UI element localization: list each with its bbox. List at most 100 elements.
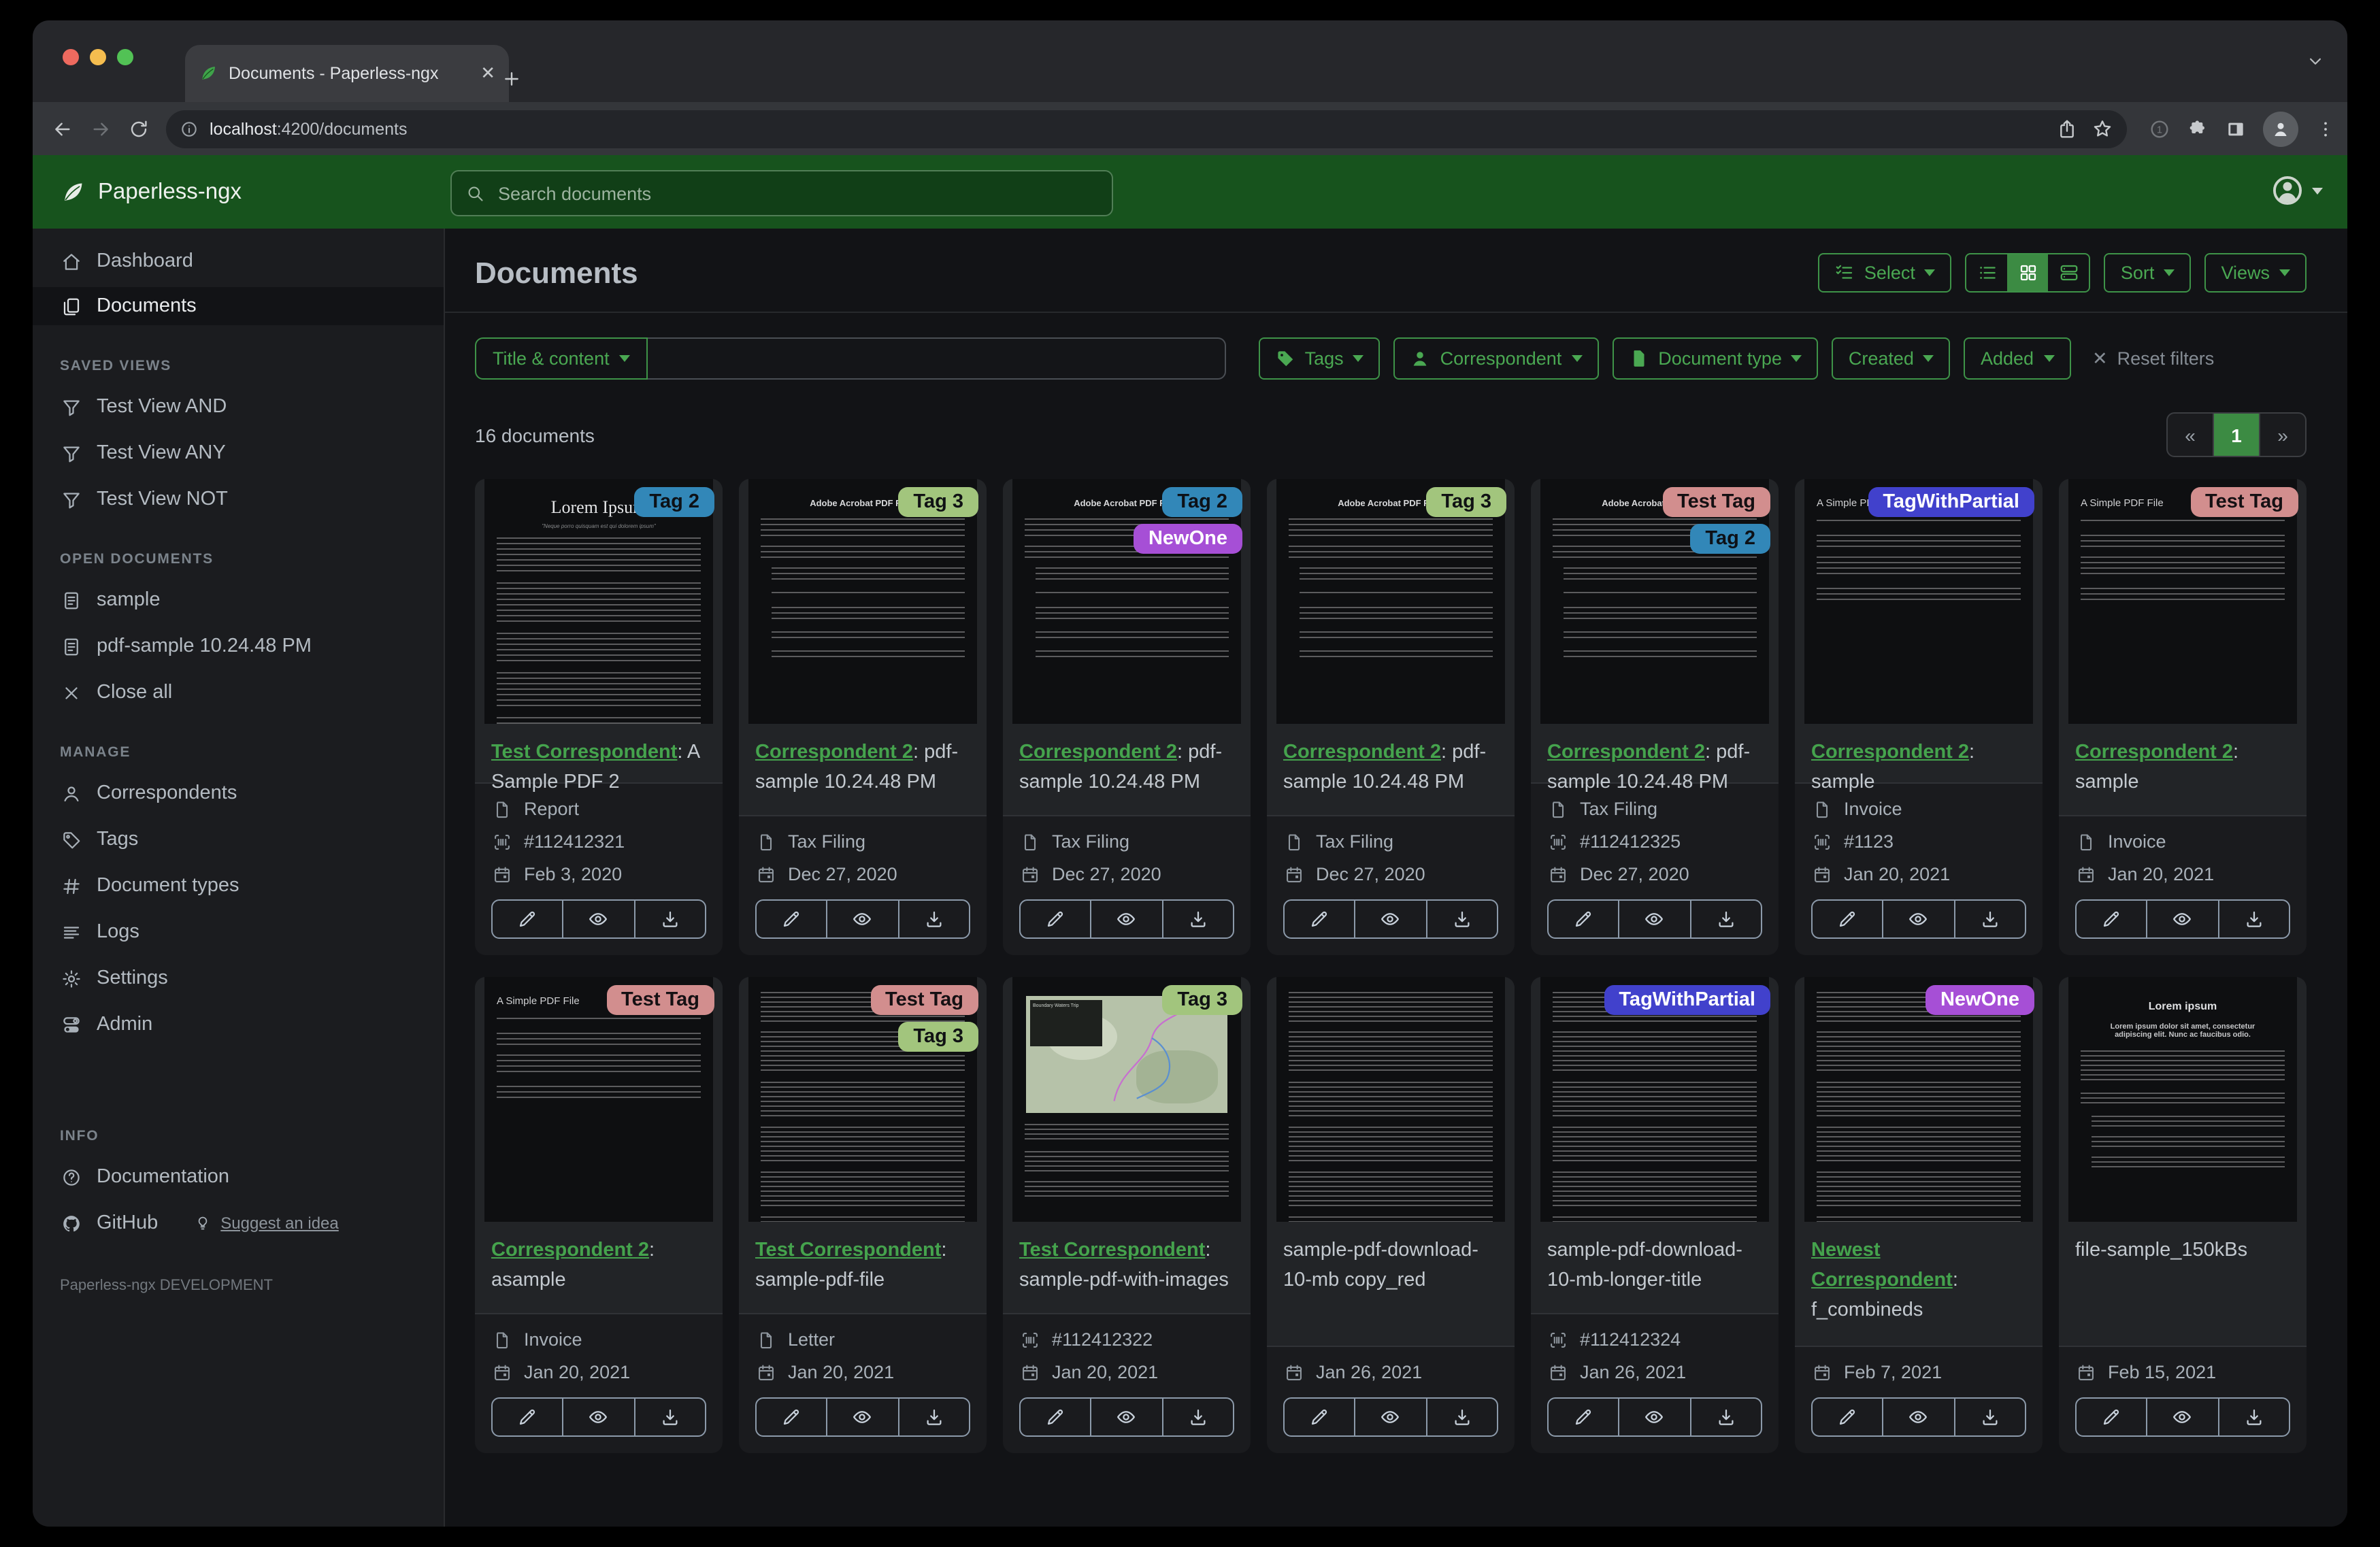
view-detail-button[interactable] <box>2049 254 2089 291</box>
edit-button[interactable] <box>1549 901 1619 937</box>
edit-button[interactable] <box>1021 1399 1091 1435</box>
document-thumbnail[interactable]: Adobe Acrobat PDF Files Test Tag Tag 2 <box>1531 479 1779 724</box>
site-info-icon[interactable] <box>180 118 199 139</box>
document-title[interactable]: Correspondent 2: sample <box>2059 724 2307 812</box>
view-button[interactable] <box>1354 901 1426 937</box>
select-button[interactable]: Select <box>1817 253 1952 293</box>
view-button[interactable] <box>1618 1399 1690 1435</box>
tab-search-chevron-icon[interactable] <box>2305 50 2326 72</box>
sidebar-item-admin[interactable]: Admin <box>33 1005 444 1044</box>
document-correspondent-link[interactable]: Correspondent 2 <box>491 1240 649 1261</box>
document-thumbnail[interactable] <box>1267 977 1515 1222</box>
tag-badge[interactable]: Test Tag <box>2190 487 2298 517</box>
back-button[interactable] <box>44 110 82 148</box>
document-type-filter-button[interactable]: Document type <box>1612 337 1819 380</box>
document-thumbnail[interactable]: Lorem ipsum Lorem ipsum dolor sit amet, c… <box>2059 977 2307 1222</box>
document-title[interactable]: Test Correspondent: sample-pdf-file <box>739 1222 987 1310</box>
download-button[interactable] <box>1953 901 2025 937</box>
download-button[interactable] <box>633 901 705 937</box>
tab-close-icon[interactable]: ✕ <box>480 63 495 84</box>
download-button[interactable] <box>1161 1399 1233 1435</box>
document-correspondent-link[interactable]: Test Correspondent <box>1019 1240 1205 1261</box>
download-button[interactable] <box>633 1399 705 1435</box>
document-correspondent-link[interactable]: Correspondent 2 <box>1283 742 1441 763</box>
sidebar-item-correspondents[interactable]: Correspondents <box>33 774 444 812</box>
sidebar-item-test-view-not[interactable]: Test View NOT <box>33 480 444 518</box>
document-thumbnail[interactable]: A Simple PDF File Test Tag <box>2059 479 2307 724</box>
edit-button[interactable] <box>757 1399 827 1435</box>
tag-badge[interactable]: Tag 3 <box>1426 487 1506 517</box>
document-correspondent-link[interactable]: Test Correspondent <box>491 742 677 763</box>
new-tab-button[interactable] <box>501 68 523 90</box>
edit-button[interactable] <box>493 901 563 937</box>
created-filter-button[interactable]: Created <box>1832 337 1951 380</box>
document-title[interactable]: Correspondent 2: pdf-sample 10.24.48 PM <box>1267 724 1515 812</box>
view-grid-button[interactable] <box>2007 254 2049 291</box>
view-button[interactable] <box>1882 901 1954 937</box>
document-thumbnail[interactable]: Adobe Acrobat PDF Files Tag 3 <box>739 479 987 724</box>
browser-profile-avatar[interactable] <box>2263 111 2298 146</box>
sidebar-item-tags[interactable]: Tags <box>33 820 444 859</box>
edit-button[interactable] <box>1021 901 1091 937</box>
document-title[interactable]: Correspondent 2: asample <box>475 1222 723 1310</box>
sidebar-item-pdf-sample-10-24-48-pm[interactable]: pdf-sample 10.24.48 PM <box>33 627 444 665</box>
edit-button[interactable] <box>1549 1399 1619 1435</box>
views-button[interactable]: Views <box>2204 253 2307 293</box>
view-button[interactable] <box>1090 1399 1162 1435</box>
tag-badge[interactable]: TagWithPartial <box>1868 487 2034 517</box>
document-thumbnail[interactable]: A Simple PDF File Test Tag <box>475 977 723 1222</box>
tag-badge[interactable]: Tag 2 <box>634 487 714 517</box>
view-button[interactable] <box>1354 1399 1426 1435</box>
tag-badge[interactable]: Tag 2 <box>1690 524 1770 554</box>
tag-badge[interactable]: NewOne <box>1133 524 1242 554</box>
search-input[interactable] <box>495 182 1098 205</box>
tag-badge[interactable]: Tag 3 <box>898 1022 978 1052</box>
document-thumbnail[interactable]: Boundary Waters Trip Tag 3 <box>1003 977 1251 1222</box>
sidebar-item-sample[interactable]: sample <box>33 581 444 619</box>
document-title[interactable]: file-sample_150kBs <box>2059 1222 2307 1280</box>
sidebar-item-test-view-any[interactable]: Test View ANY <box>33 434 444 472</box>
suggest-an-idea-link[interactable]: Suggest an idea <box>192 1214 339 1233</box>
document-thumbnail[interactable]: Lorem Ipsum "Neque porro quisquam est qui… <box>475 479 723 724</box>
correspondent-filter-button[interactable]: Correspondent <box>1393 337 1599 380</box>
download-button[interactable] <box>1689 1399 1761 1435</box>
filter-text-input[interactable] <box>647 337 1226 380</box>
reload-button[interactable] <box>120 110 158 148</box>
document-thumbnail[interactable]: A Simple PDF File TagWithPartial <box>1795 479 2043 724</box>
sidebar-item-documentation[interactable]: Documentation <box>33 1158 444 1196</box>
document-title[interactable]: Test Correspondent: sample-pdf-with-imag… <box>1003 1222 1251 1310</box>
address-bar[interactable]: localhost:4200/documents <box>166 110 2127 148</box>
document-correspondent-link[interactable]: Correspondent 2 <box>1811 742 1969 763</box>
forward-button[interactable] <box>82 110 120 148</box>
edit-button[interactable] <box>2077 901 2147 937</box>
browser-tab[interactable]: Documents - Paperless-ngx ✕ <box>185 45 509 102</box>
sidebar-item-test-view-and[interactable]: Test View AND <box>33 388 444 426</box>
sidebar-item-close-all[interactable]: Close all <box>33 673 444 712</box>
tag-badge[interactable]: Tag 2 <box>1162 487 1242 517</box>
view-list-button[interactable] <box>1967 254 2008 291</box>
tags-filter-button[interactable]: Tags <box>1258 337 1381 380</box>
tag-badge[interactable]: Tag 3 <box>1162 985 1242 1015</box>
document-thumbnail[interactable]: Test Tag Tag 3 <box>739 977 987 1222</box>
download-button[interactable] <box>897 1399 969 1435</box>
sort-button[interactable]: Sort <box>2104 253 2192 293</box>
sidebar-item-documents[interactable]: Documents <box>33 287 444 325</box>
document-correspondent-link[interactable]: Correspondent 2 <box>1547 742 1705 763</box>
document-thumbnail[interactable]: NewOne <box>1795 977 2043 1222</box>
sidebar-item-github[interactable]: GitHub Suggest an idea <box>33 1204 444 1242</box>
document-thumbnail[interactable]: Adobe Acrobat PDF Files Tag 2 NewOne <box>1003 479 1251 724</box>
filter-field-dropdown[interactable]: Title & content <box>475 337 648 380</box>
minimize-window-button[interactable] <box>90 49 106 65</box>
share-icon[interactable] <box>2056 118 2078 139</box>
browser-menu-icon[interactable] <box>2315 118 2336 139</box>
reset-filters-button[interactable]: ✕ Reset filters <box>2092 348 2214 369</box>
document-correspondent-link[interactable]: Correspondent 2 <box>1019 742 1177 763</box>
download-button[interactable] <box>1689 901 1761 937</box>
edit-button[interactable] <box>757 901 827 937</box>
document-correspondent-link[interactable]: Newest Correspondent <box>1811 1240 1953 1291</box>
edit-button[interactable] <box>1285 1399 1355 1435</box>
edit-button[interactable] <box>1285 901 1355 937</box>
edit-button[interactable] <box>1813 901 1883 937</box>
extension-one-icon[interactable]: 1 <box>2149 118 2170 139</box>
maximize-window-button[interactable] <box>117 49 133 65</box>
